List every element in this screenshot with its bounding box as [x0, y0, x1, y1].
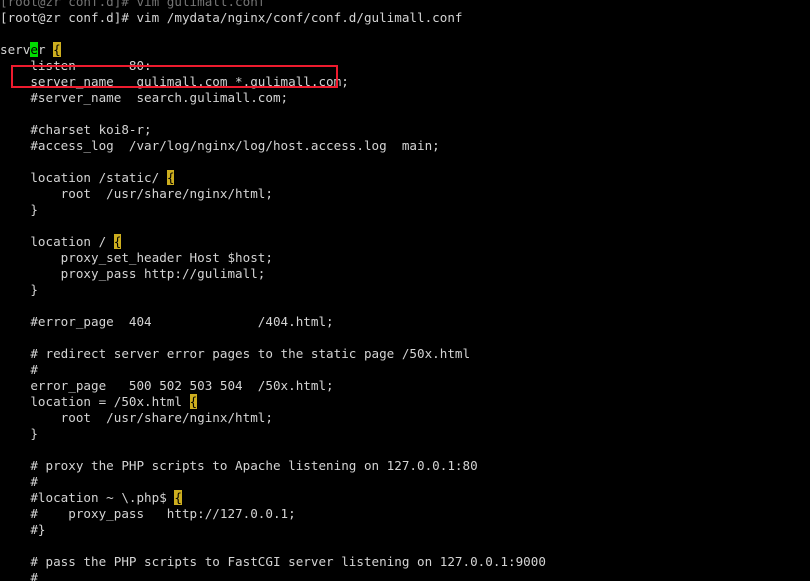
code-line-comment-proxy-pass-local: # proxy_pass http://127.0.0.1;	[0, 506, 296, 521]
matching-brace-highlight: {	[113, 234, 122, 249]
code-line-proxy-set-header: proxy_set_header Host $host;	[0, 250, 273, 265]
code-line-comment-hash: #	[0, 570, 38, 581]
code-line-root-50x: root /usr/share/nginx/html;	[0, 410, 273, 425]
code-line-proxy-pass: proxy_pass http://gulimall;	[0, 266, 266, 281]
code-line-location-static: location /static/ {	[0, 170, 810, 186]
code-text-after-cursor: r	[37, 42, 54, 57]
code-line-server-name-commented: #server_name search.gulimall.com;	[0, 90, 289, 105]
code-line-comment-hash: #	[0, 362, 38, 377]
code-text: location = /50x.html	[0, 394, 190, 409]
code-line-listen: listen 80:	[0, 58, 152, 73]
matching-brace-highlight: {	[174, 490, 182, 505]
code-line-close-brace: }	[0, 426, 38, 441]
matching-brace-highlight: {	[166, 170, 175, 185]
code-line-comment-hash: #	[0, 474, 38, 489]
shell-prompt-command: [root@zr conf.d]# vim /mydata/nginx/conf…	[0, 10, 463, 25]
matching-brace-highlight: {	[53, 42, 61, 57]
code-line-server-name: server_name gulimall.com *.gulimall.com;	[0, 74, 349, 89]
code-text: location /static/	[0, 170, 167, 185]
code-line-comment-redirect: # redirect server error pages to the sta…	[0, 346, 471, 361]
code-line-comment-fastcgi: # pass the PHP scripts to FastCGI server…	[0, 554, 546, 569]
code-line-charset: #charset koi8-r;	[0, 122, 152, 137]
code-line-location-root: location / {	[0, 234, 810, 250]
code-line-error-page-404: #error_page 404 /404.html;	[0, 314, 334, 329]
code-line-root-static: root /usr/share/nginx/html;	[0, 186, 273, 201]
code-line-server-open: server {	[0, 42, 810, 58]
code-line-comment-close-brace: #}	[0, 522, 46, 537]
code-text-before-cursor: serv	[0, 42, 31, 57]
code-line-close-brace: }	[0, 202, 38, 217]
code-line-error-page-50x: error_page 500 502 503 504 /50x.html;	[0, 378, 334, 393]
code-line-comment-proxy-php: # proxy the PHP scripts to Apache listen…	[0, 458, 478, 473]
matching-brace-highlight: {	[189, 394, 198, 409]
vim-cursor: e	[30, 42, 38, 57]
code-line-location-50x: location = /50x.html {	[0, 394, 810, 410]
code-text: location /	[0, 234, 114, 249]
code-line-access-log: #access_log /var/log/nginx/log/host.acce…	[0, 138, 440, 153]
previous-shell-prompt: [root@zr conf.d]# vim gulimall.conf	[0, 0, 266, 9]
terminal-window[interactable]: [root@zr conf.d]# vim gulimall.conf [roo…	[0, 0, 810, 581]
code-line-close-brace: }	[0, 282, 38, 297]
terminal-screen: [root@zr conf.d]# vim gulimall.conf [roo…	[0, 0, 810, 581]
code-line-location-php: #location ~ \.php$ {	[0, 490, 810, 506]
code-text: #location ~ \.php$	[0, 490, 175, 505]
